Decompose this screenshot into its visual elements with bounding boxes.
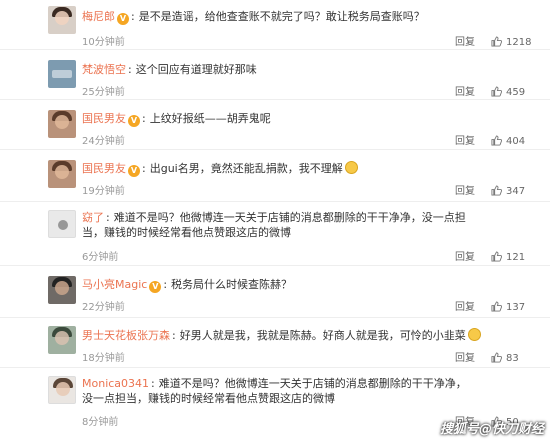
thumbs-up-icon[interactable]	[491, 135, 502, 146]
comment-time: 10分钟前	[82, 37, 125, 48]
thumbs-up-icon[interactable]	[491, 352, 502, 363]
watermark: 搜狐号@快刀财经	[439, 422, 544, 437]
avatar[interactable]	[48, 110, 76, 138]
thumbs-up-icon[interactable]	[491, 185, 502, 196]
avatar[interactable]	[48, 160, 76, 188]
reply-button[interactable]: 回复	[455, 83, 491, 98]
thumbs-up-icon[interactable]	[491, 36, 502, 47]
comment-time: 18分钟前	[82, 353, 125, 364]
comment-author[interactable]: 马小亮Magic	[82, 278, 147, 291]
comment-item: 马小亮Magic V: 税务局什么时候查陈赫？ 22分钟前 回复 137	[0, 266, 550, 318]
comment-item: 窈了: 难道不是吗？他微博连一天关于店铺的消息都删除的干干净净，没一点担当，赚钱的…	[0, 202, 550, 266]
comment-time: 6分钟前	[82, 252, 119, 263]
comment-time: 24分钟前	[82, 136, 125, 147]
like-count: 459	[506, 87, 526, 98]
like-count: 137	[506, 302, 526, 313]
comment-author[interactable]: Monica0341	[82, 377, 149, 390]
comment-item: 国民男友 V: 上纹好报纸——胡弄鬼呢 24分钟前 回复 404	[0, 100, 550, 150]
comment-text: 这个回应有道理就好那味	[135, 63, 257, 76]
avatar[interactable]	[48, 6, 76, 34]
comment-author[interactable]: 国民男友	[82, 162, 126, 175]
comment-author[interactable]: 梅尼郎	[82, 10, 115, 23]
comment-text: 税务局什么时候查陈赫？	[171, 278, 293, 291]
colon: :	[131, 10, 135, 23]
avatar[interactable]	[48, 326, 76, 354]
thumbs-up-icon[interactable]	[491, 86, 502, 97]
colon: :	[142, 112, 146, 125]
like-count: 121	[506, 252, 526, 263]
comment-author[interactable]: 窈了	[82, 211, 104, 224]
like-count: 404	[506, 136, 526, 147]
colon: :	[106, 211, 110, 224]
avatar[interactable]	[48, 376, 76, 404]
v-badge-icon: V	[128, 115, 140, 127]
smiley-emoji-icon	[344, 161, 358, 174]
comment-text: 好男人就是我，我就是陈赫。好商人就是我，可怜的小韭菜	[179, 329, 466, 342]
comment-author[interactable]: 国民男友	[82, 112, 126, 125]
colon: :	[128, 63, 132, 76]
reply-button[interactable]: 回复	[455, 33, 491, 48]
like-count: 83	[506, 353, 519, 364]
comment-author[interactable]: 男士天花板张万森	[82, 329, 170, 342]
v-badge-icon: V	[117, 13, 129, 25]
smiley-emoji-icon	[467, 328, 481, 341]
comment-item: 国民男友 V: 出gui名男，竟然还能乱捐款，我不理解 19分钟前 回复 347	[0, 150, 550, 202]
comment-item: 梵波悟空: 这个回应有道理就好那味 25分钟前 回复 459	[0, 50, 550, 100]
colon: :	[163, 278, 168, 291]
reply-button[interactable]: 回复	[455, 298, 491, 313]
colon: :	[172, 329, 176, 342]
comment-time: 19分钟前	[82, 186, 125, 197]
avatar[interactable]	[48, 60, 76, 88]
comment-text: 是不是造谣，给他查查账不就完了吗？敢让税务局查账吗？	[138, 10, 425, 23]
comment-list: 梅尼郎 V: 是不是造谣，给他查查账不就完了吗？敢让税务局查账吗？ 10分钟前 回复…	[0, 0, 550, 439]
reply-button[interactable]: 回复	[455, 132, 491, 147]
comment-item: 男士天花板张万森: 好男人就是我，我就是陈赫。好商人就是我，可怜的小韭菜 18分钟…	[0, 318, 550, 368]
v-badge-icon: V	[128, 165, 140, 177]
like-count: 1218	[506, 37, 532, 48]
comment-text: 出gui名男，竟然还能乱捐款，我不理解	[149, 162, 343, 175]
reply-button[interactable]: 回复	[455, 349, 491, 364]
avatar[interactable]	[48, 276, 76, 304]
comment-text: 难道不是吗？他微博连一天关于店铺的消息都删除的干干净净，没一点担当，赚钱的时候经…	[82, 211, 466, 239]
comment-time: 25分钟前	[82, 87, 125, 98]
comment-item: 梅尼郎 V: 是不是造谣，给他查查账不就完了吗？敢让税务局查账吗？ 10分钟前 回复…	[0, 0, 550, 50]
like-count: 347	[506, 186, 526, 197]
avatar[interactable]	[48, 210, 76, 238]
comment-author[interactable]: 梵波悟空	[82, 63, 126, 76]
thumbs-up-icon[interactable]	[491, 301, 502, 312]
comment-text: 上纹好报纸——胡弄鬼呢	[149, 112, 271, 125]
colon: :	[142, 162, 146, 175]
reply-button[interactable]: 回复	[455, 248, 491, 263]
comment-time: 22分钟前	[82, 302, 125, 313]
thumbs-up-icon[interactable]	[491, 251, 502, 262]
v-badge-icon: V	[149, 281, 162, 293]
colon: :	[151, 377, 155, 390]
comment-time: 8分钟前	[82, 417, 119, 428]
reply-button[interactable]: 回复	[455, 182, 491, 197]
